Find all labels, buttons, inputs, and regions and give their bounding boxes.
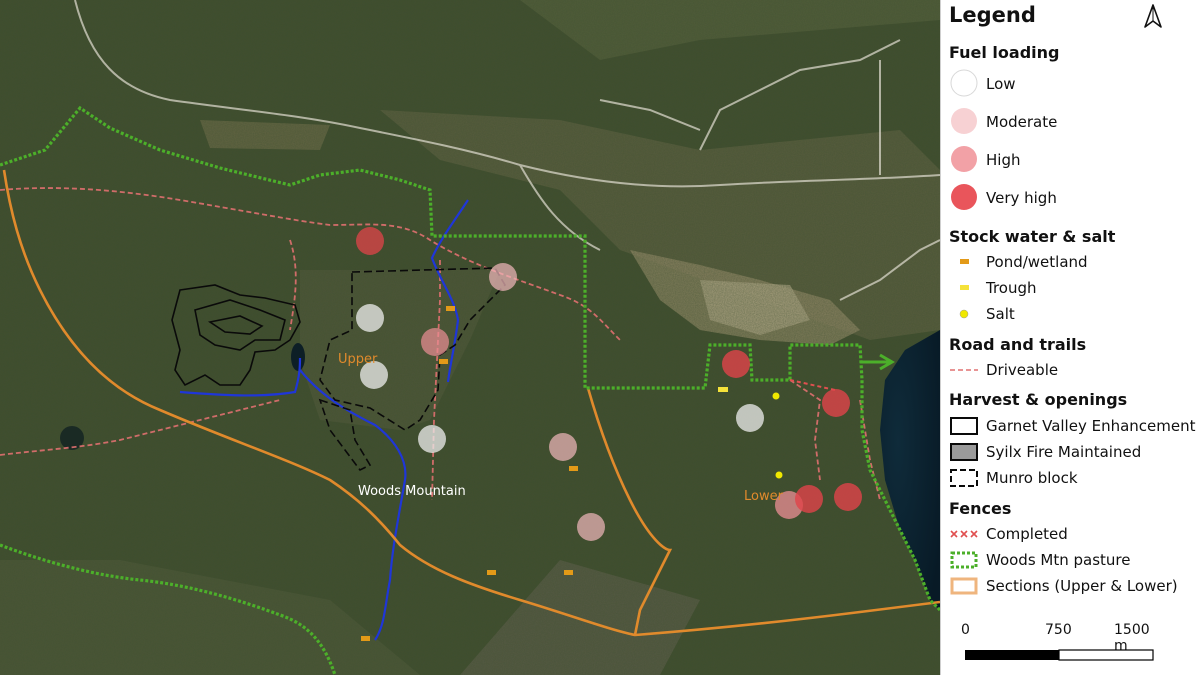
pond-wetland-marker[interactable] [439, 359, 448, 364]
sections-box-icon [950, 577, 978, 595]
fuel-moderate-circle-icon [951, 108, 977, 134]
legend-panel: Legend Fuel loading Low Moderate High Ve… [940, 0, 1200, 675]
legend-label: Syilx Fire Maintained [986, 443, 1142, 461]
woods-mountain-label: Woods Mountain [358, 484, 466, 499]
map-canvas[interactable]: Upper Lower Woods Mountain [0, 0, 940, 675]
legend-label: Very high [986, 189, 1057, 207]
legend-label: Garnet Valley Enhancement [986, 417, 1196, 435]
legend-label: Pond/wetland [986, 253, 1088, 271]
pond-icon [960, 259, 969, 264]
satellite-map [0, 0, 940, 675]
legend-label: Moderate [986, 113, 1058, 131]
pond-wetland-marker[interactable] [361, 636, 370, 641]
legend-label: Sections (Upper & Lower) [986, 577, 1178, 595]
fuel-very-high-marker[interactable] [834, 483, 862, 511]
fuel-very-high-circle-icon [951, 184, 977, 210]
fuel-very-high-marker[interactable] [722, 350, 750, 378]
legend-item-pasture: Woods Mtn pasture [941, 548, 1200, 572]
lower-section-label: Lower [744, 489, 783, 504]
legend-item-pond: Pond/wetland [941, 250, 1200, 274]
legend-label: Woods Mtn pasture [986, 551, 1131, 569]
driveable-line-icon [950, 369, 978, 371]
scale-zero-label: 0 [961, 622, 970, 638]
solid-outline-box-icon [950, 417, 978, 435]
pond-wetland-marker[interactable] [564, 570, 573, 575]
legend-item-driveable: Driveable [941, 358, 1200, 382]
legend-item-fuel-very-high: Very high [941, 184, 1200, 210]
harvest-heading: Harvest & openings [949, 390, 1128, 409]
salt-marker[interactable] [772, 392, 780, 400]
fuel-low-marker[interactable] [356, 304, 384, 332]
pasture-fence-icon [950, 551, 978, 569]
legend-item-sections: Sections (Upper & Lower) [941, 574, 1200, 598]
legend-item-salt: Salt [941, 302, 1200, 326]
fences-heading: Fences [949, 499, 1012, 518]
roads-heading: Road and trails [949, 335, 1087, 354]
stock-water-heading: Stock water & salt [949, 227, 1116, 246]
legend-item-fuel-low: Low [941, 69, 1200, 97]
legend-label: Trough [986, 279, 1037, 297]
legend-label: Low [986, 75, 1016, 93]
pond-wetland-marker[interactable] [446, 306, 455, 311]
legend-item-munro: Munro block [941, 466, 1200, 490]
fuel-very-high-marker[interactable] [795, 485, 823, 513]
grey-filled-box-icon [950, 443, 978, 461]
scale-mid-label: 750 [1045, 622, 1072, 638]
legend-label: Completed [986, 525, 1068, 543]
terrain-texture [0, 0, 940, 675]
completed-fence-icon [950, 530, 978, 538]
salt-dot-icon [959, 309, 969, 319]
fuel-low-marker[interactable] [736, 404, 764, 432]
legend-label: Munro block [986, 469, 1078, 487]
scale-bar: 0 750 1500 m [961, 622, 1156, 662]
legend-item-syilx: Syilx Fire Maintained [941, 440, 1200, 464]
north-arrow-icon [1144, 4, 1162, 28]
dashed-box-icon [950, 469, 978, 487]
legend-title: Legend [949, 3, 1036, 27]
salt-marker[interactable] [775, 471, 783, 479]
scale-bar-graphic [965, 649, 1154, 661]
fuel-low-circle-icon [950, 69, 978, 97]
fuel-high-marker[interactable] [421, 328, 449, 356]
trough-marker[interactable] [718, 387, 728, 392]
fuel-loading-heading: Fuel loading [949, 43, 1060, 62]
legend-item-fuel-moderate: Moderate [941, 108, 1200, 134]
legend-item-completed: Completed [941, 522, 1200, 546]
legend-item-fuel-high: High [941, 146, 1200, 172]
fuel-moderate-marker[interactable] [549, 433, 577, 461]
pond-shape [291, 343, 305, 371]
pond-wetland-marker[interactable] [487, 570, 496, 575]
legend-label: Driveable [986, 361, 1059, 379]
legend-item-trough: Trough [941, 276, 1200, 300]
fuel-very-high-marker[interactable] [356, 227, 384, 255]
pond-wetland-marker[interactable] [569, 466, 578, 471]
fuel-low-marker[interactable] [418, 425, 446, 453]
legend-label: Salt [986, 305, 1015, 323]
upper-section-label: Upper [338, 352, 378, 367]
legend-item-garnet-valley: Garnet Valley Enhancement [941, 414, 1200, 438]
fuel-high-circle-icon [951, 146, 977, 172]
legend-label: High [986, 151, 1021, 169]
fuel-very-high-marker[interactable] [822, 389, 850, 417]
trough-icon [960, 285, 969, 290]
fuel-moderate-marker[interactable] [489, 263, 517, 291]
fuel-moderate-marker[interactable] [577, 513, 605, 541]
